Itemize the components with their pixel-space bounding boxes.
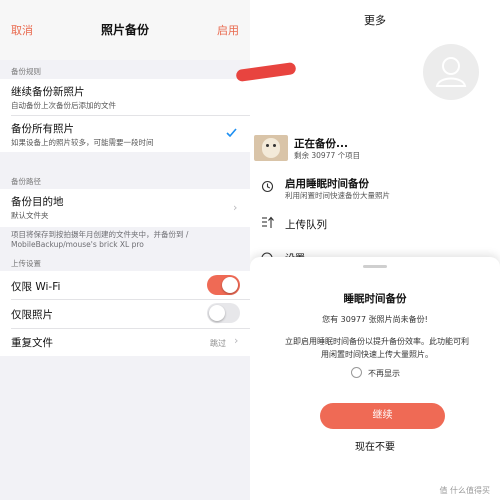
sheet-title: 睡眠时间备份 xyxy=(343,293,407,305)
sheet-count: 您有 30977 张照片尚未备份! xyxy=(322,315,428,324)
destination-subtitle: 默认文件夹 xyxy=(11,211,49,220)
not-now-button[interactable]: 现在不要 xyxy=(250,438,500,453)
nav-bar: 取消 照片备份 启用 xyxy=(0,0,250,60)
wifi-only-row: 仅限 Wi-Fi xyxy=(0,271,250,299)
duplicate-files-label: 重复文件 xyxy=(11,337,53,349)
sheet-handle[interactable] xyxy=(363,265,387,268)
upload-settings-header: 上传设置 xyxy=(11,259,41,268)
chevron-right-icon: › xyxy=(233,201,238,214)
option-continue-new[interactable]: 继续备份新照片 自动备份上次备份后添加的文件 xyxy=(0,79,250,115)
option-backup-all[interactable]: 备份所有照片 如果设备上的照片较多，可能需要一段时间 xyxy=(0,116,250,152)
avatar[interactable] xyxy=(423,44,479,100)
photos-only-row: 仅限照片 xyxy=(0,300,250,328)
path-note-line2: MobileBackup/mouse's brick XL pro xyxy=(11,240,144,249)
duplicate-files-value: 跳过 xyxy=(210,339,226,348)
more-title: 更多 xyxy=(364,14,386,27)
sheet-description-line1: 立即启用睡眠时间备份以提升备份效率。此功能可利 xyxy=(285,337,469,346)
dont-show-radio[interactable] xyxy=(351,367,362,378)
enable-button[interactable]: 启用 xyxy=(217,22,239,38)
page-title: 照片备份 xyxy=(100,23,149,37)
duplicate-files-row[interactable]: 重复文件 跳过 › xyxy=(0,329,250,356)
path-note: 项目将保存到按拍摄年月创建的文件夹中，并备份到 / MobileBackup/m… xyxy=(11,230,241,250)
photos-only-toggle[interactable] xyxy=(207,303,240,323)
toggle-knob xyxy=(222,277,238,293)
option-title: 备份所有照片 xyxy=(11,123,74,135)
backup-rules-card: 继续备份新照片 自动备份上次备份后添加的文件 备份所有照片 如果设备上的照片较多… xyxy=(0,79,250,152)
checkmark-icon xyxy=(226,128,237,137)
sleep-backup-subtitle: 利用闲置时间快速备份大量照片 xyxy=(285,191,390,200)
continue-button[interactable]: 继续 xyxy=(320,403,445,429)
path-note-line1: 项目将保存到按拍摄年月创建的文件夹中，并备份到 / xyxy=(11,230,189,239)
backup-status-subtitle: 剩余 30977 个项目 xyxy=(294,151,361,160)
dont-show-label: 不再显示 xyxy=(368,369,400,378)
upload-queue-icon xyxy=(262,216,274,228)
backup-rules-header: 备份规则 xyxy=(11,67,41,76)
sheet-description-line2: 用闲置时间快速上传大量照片。 xyxy=(321,350,433,359)
sheet-description: 立即启用睡眠时间备份以提升备份效率。此功能可利 用闲置时间快速上传大量照片。 xyxy=(274,335,480,361)
toggle-knob xyxy=(209,305,225,321)
photos-only-label: 仅限照片 xyxy=(11,309,53,321)
chevron-right-icon: › xyxy=(234,334,239,347)
photo-backup-panel: 取消 照片备份 启用 备份规则 继续备份新照片 自动备份上次备份后添加的文件 备… xyxy=(0,0,250,500)
destination-title: 备份目的地 xyxy=(11,196,64,208)
watermark: 值 什么值得买 xyxy=(439,486,490,495)
backup-path-header: 备份路径 xyxy=(11,177,41,186)
upload-settings-card: 仅限 Wi-Fi 仅限照片 重复文件 跳过 › xyxy=(0,271,250,356)
sleep-backup-title: 启用睡眠时间备份 xyxy=(285,178,369,190)
option-subtitle: 自动备份上次备份后添加的文件 xyxy=(11,101,116,110)
backup-destination-row[interactable]: 备份目的地 默认文件夹 › xyxy=(0,189,250,227)
wifi-only-toggle[interactable] xyxy=(207,275,240,295)
option-subtitle: 如果设备上的照片较多，可能需要一段时间 xyxy=(11,138,154,147)
backup-status-title: 正在备份... xyxy=(294,138,348,150)
photo-thumbnail xyxy=(254,135,288,161)
option-title: 继续备份新照片 xyxy=(11,86,85,98)
wifi-only-label: 仅限 Wi-Fi xyxy=(11,281,61,293)
user-icon xyxy=(435,57,467,87)
history-icon xyxy=(261,180,274,193)
upload-queue-item[interactable]: 上传队列 xyxy=(285,217,327,232)
